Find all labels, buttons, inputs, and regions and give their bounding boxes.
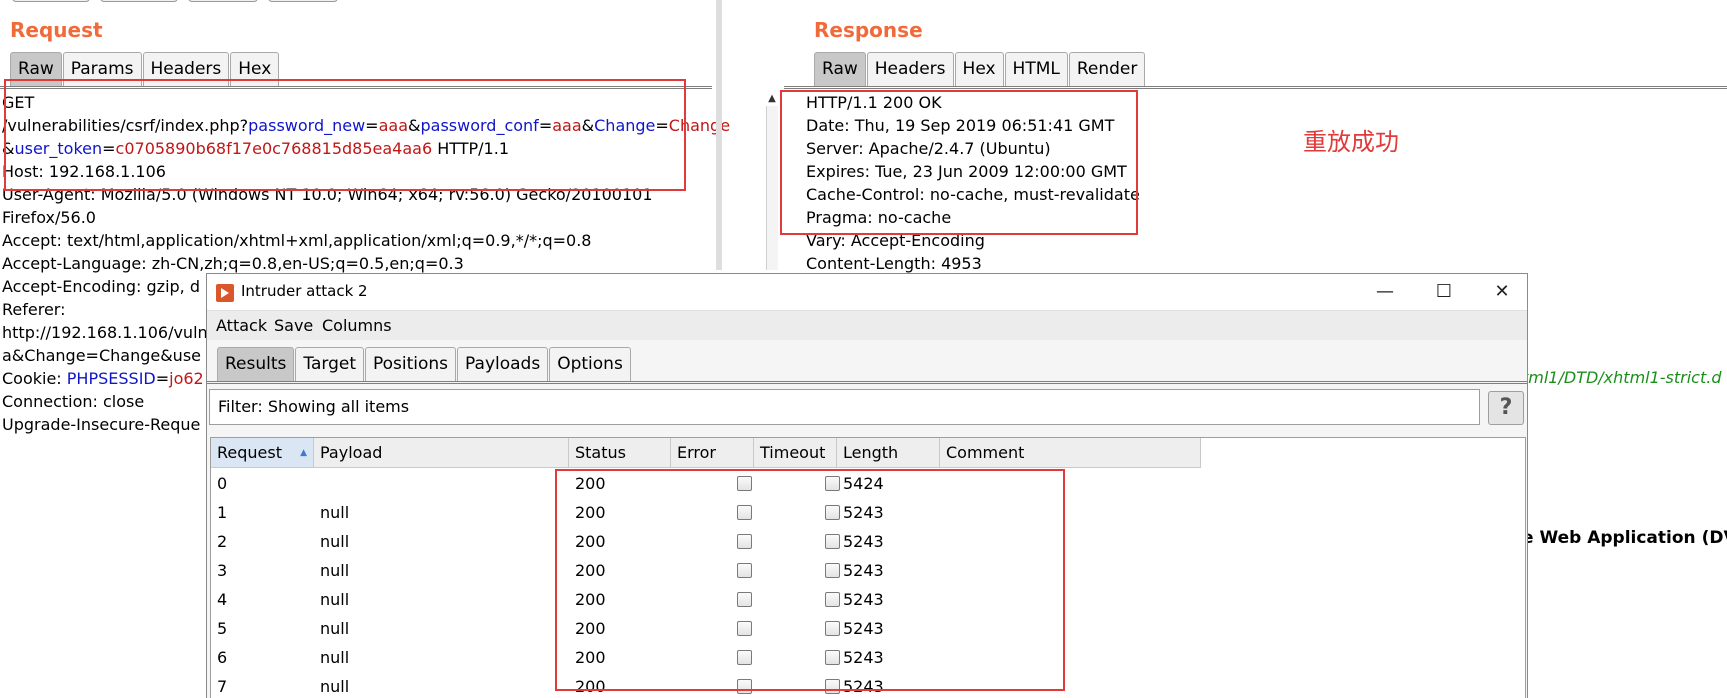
cell-request: 7 <box>217 677 228 696</box>
cell-request: 1 <box>217 503 228 522</box>
scroll-up-icon[interactable]: ▲ <box>766 92 778 106</box>
menu-columns[interactable]: Columns <box>322 316 392 335</box>
tab-options[interactable]: Options <box>549 347 631 381</box>
col-error[interactable]: Error <box>671 438 754 468</box>
request-line: Upgrade-Insecure-Reque <box>2 415 201 434</box>
response-peek-doctype: tml1/DTD/xhtml1-strict.d <box>1522 368 1722 387</box>
response-title: Response <box>814 18 923 42</box>
cell-request: 6 <box>217 648 228 667</box>
request-title: Request <box>10 18 103 42</box>
replay-success-annotation: 重放成功 <box>1303 128 1399 156</box>
tab-hex[interactable]: Hex <box>954 52 1004 86</box>
window-title: Intruder attack 2 <box>241 282 368 300</box>
col-payload[interactable]: Payload <box>314 438 569 468</box>
col-request-label: Request <box>217 443 282 462</box>
response-peek-title: e Web Application (DVW <box>1522 528 1727 548</box>
cell-payload: null <box>320 561 350 580</box>
col-comment[interactable]: Comment <box>940 438 1201 468</box>
cell-request: 3 <box>217 561 228 580</box>
filter-bar[interactable]: Filter: Showing all items <box>209 389 1480 425</box>
cell-request: 5 <box>217 619 228 638</box>
cell-payload: null <box>320 532 350 551</box>
top-stub-button[interactable] <box>100 0 178 2</box>
sort-ascending-icon: ▲ <box>300 448 307 458</box>
request-line: Firefox/56.0 <box>2 208 96 227</box>
top-stub-button[interactable] <box>12 0 90 2</box>
cookie-value: jo62 <box>169 369 204 388</box>
request-line: Connection: close <box>2 392 145 411</box>
results-highlight-box <box>555 469 1065 691</box>
tab-payloads[interactable]: Payloads <box>457 347 549 381</box>
col-status[interactable]: Status <box>569 438 671 468</box>
top-stub-button[interactable] <box>268 0 338 2</box>
tab-positions[interactable]: Positions <box>364 347 457 381</box>
menu-attack[interactable]: Attack <box>216 316 267 335</box>
request-line: Accept-Encoding: gzip, d <box>2 277 200 296</box>
tab-html[interactable]: HTML <box>1004 52 1068 86</box>
request-highlight-box <box>4 79 686 191</box>
cell-payload: null <box>320 590 350 609</box>
request-line: http://192.168.1.106/vuln <box>2 323 208 342</box>
request-line: Referer: <box>2 300 66 319</box>
cell-request: 2 <box>217 532 228 551</box>
tab-results[interactable]: Results <box>217 347 295 381</box>
help-button[interactable]: ? <box>1488 391 1524 425</box>
response-tab-rule <box>784 86 1727 89</box>
burp-app-icon <box>216 284 234 302</box>
cell-payload: null <box>320 648 350 667</box>
tab-headers[interactable]: Headers <box>866 52 954 86</box>
tab-raw[interactable]: Raw <box>814 52 866 86</box>
col-timeout[interactable]: Timeout <box>754 438 837 468</box>
panel-divider[interactable] <box>716 0 722 270</box>
cell-payload: null <box>320 677 350 696</box>
col-length[interactable]: Length <box>837 438 940 468</box>
request-scrollbar[interactable] <box>766 106 778 270</box>
maximize-icon[interactable]: ☐ <box>1417 274 1471 310</box>
tab-render[interactable]: Render <box>1068 52 1146 86</box>
close-icon[interactable]: ✕ <box>1475 274 1529 310</box>
cookie-key: Cookie: <box>2 369 67 388</box>
intruder-attack-window: Intruder attack 2 — ☐ ✕ Attack Save Colu… <box>206 273 1528 698</box>
dialog-tabs: Results Target Positions Payloads Option… <box>217 347 632 381</box>
cell-payload: null <box>320 503 350 522</box>
request-line: Accept-Language: zh-CN,zh;q=0.8,en-US;q=… <box>2 254 464 273</box>
cookie-name: PHPSESSID <box>66 369 156 388</box>
cookie-eq: = <box>155 369 170 388</box>
cell-payload: null <box>320 619 350 638</box>
window-titlebar[interactable]: Intruder attack 2 — ☐ ✕ <box>207 274 1527 310</box>
menu-save[interactable]: Save <box>274 316 313 335</box>
cell-payload <box>314 469 320 498</box>
response-tabs: Raw Headers Hex HTML Render <box>814 52 1146 86</box>
cell-request: 4 <box>217 590 228 609</box>
cell-request: 0 <box>217 474 228 493</box>
minimize-icon[interactable]: — <box>1358 274 1412 310</box>
request-line: a&Change=Change&use <box>2 346 201 365</box>
response-highlight-box <box>780 90 1138 235</box>
tab-target[interactable]: Target <box>295 347 364 381</box>
request-line: Accept: text/html,application/xhtml+xml,… <box>2 231 592 250</box>
col-request[interactable]: Request ▲ <box>211 438 314 468</box>
filter-text: Filter: Showing all items <box>218 397 410 416</box>
request-line: Cookie: PHPSESSID=jo62 <box>2 367 204 390</box>
response-line: Content-Length: 4953 <box>806 254 982 273</box>
dialog-tab-rule <box>207 381 1527 384</box>
menu-bar: Attack Save Columns <box>207 310 1527 340</box>
top-stub-button[interactable] <box>188 0 258 2</box>
